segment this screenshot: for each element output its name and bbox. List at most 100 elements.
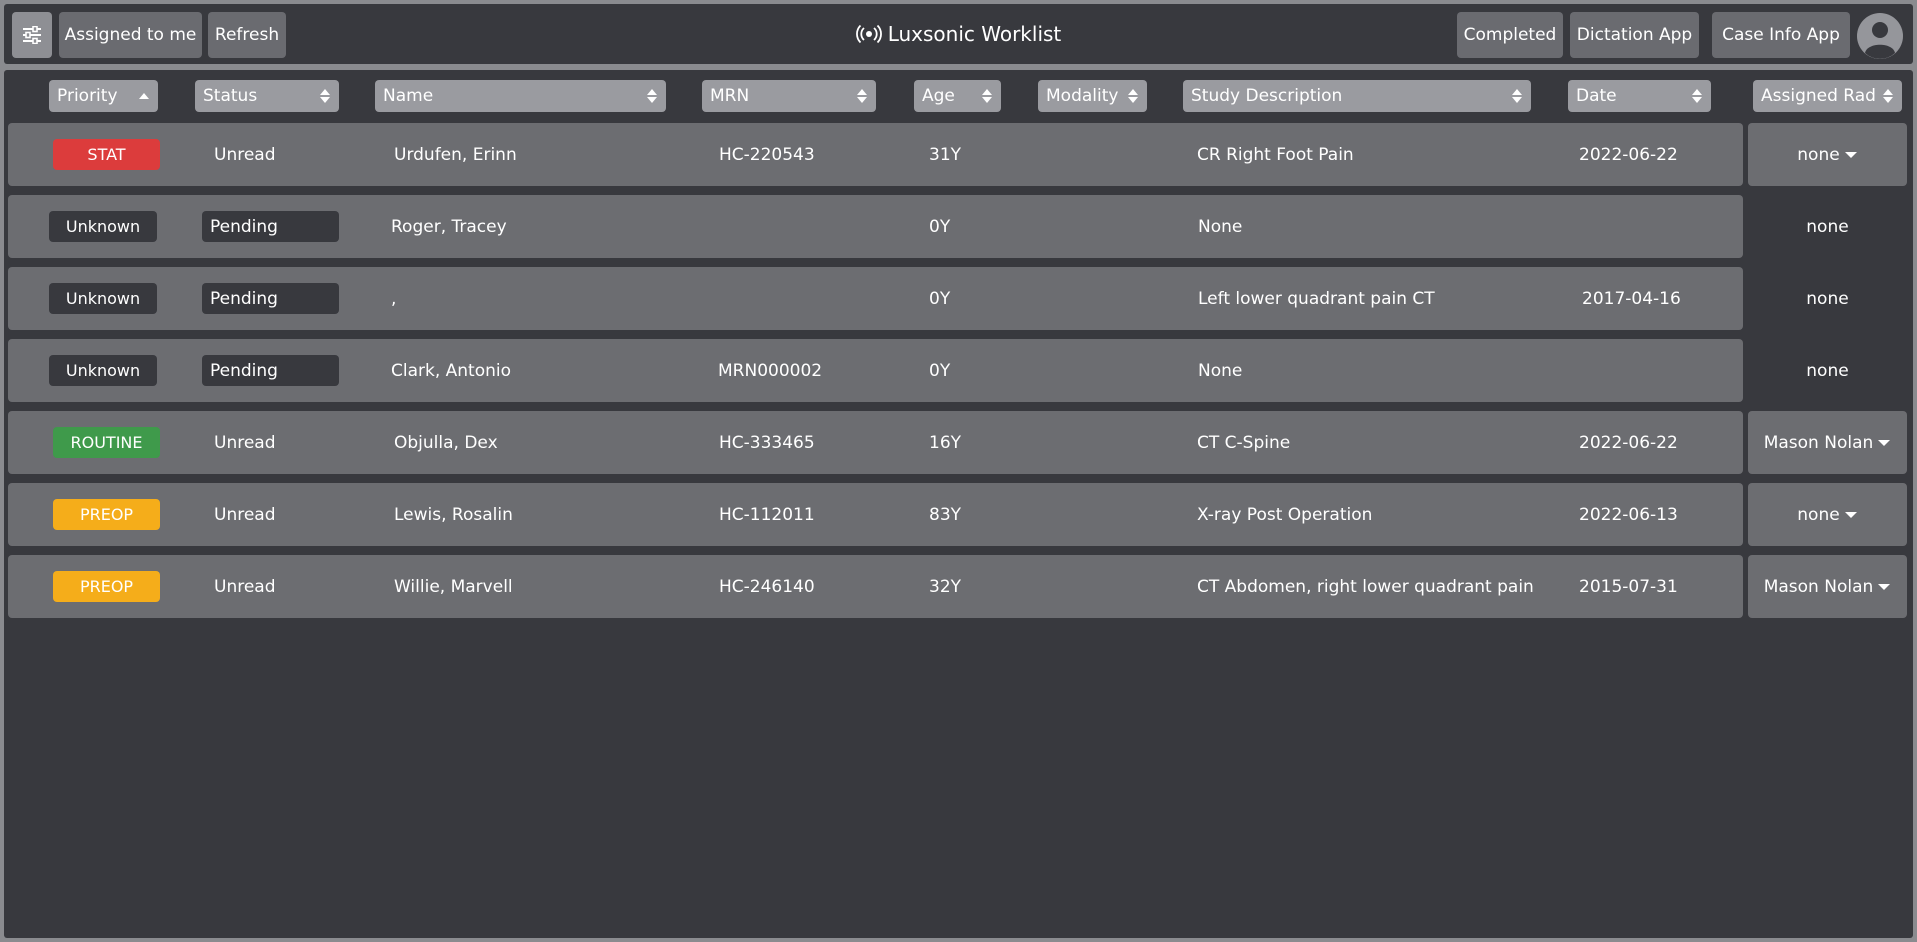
- mrn-value: MRN000002: [718, 360, 823, 381]
- age-value: 32Y: [929, 576, 962, 597]
- column-header-label: Status: [203, 86, 258, 106]
- status-text: Unread: [214, 576, 276, 597]
- sort-icon: [1692, 89, 1702, 103]
- status-badge: Pending: [202, 283, 339, 314]
- column-header-age[interactable]: Age: [914, 80, 1001, 112]
- study-description: None: [1198, 216, 1243, 237]
- priority-badge: PREOP: [53, 571, 160, 602]
- study-description: Left lower quadrant pain CT: [1198, 288, 1435, 309]
- column-header-priority[interactable]: Priority: [49, 80, 158, 112]
- sort-icon: [320, 89, 330, 103]
- case-info-app-button[interactable]: Case Info App: [1712, 12, 1850, 58]
- patient-name: Clark, Antonio: [391, 360, 512, 381]
- page-title: Luxsonic Worklist: [887, 22, 1062, 46]
- patient-name: Roger, Tracey: [391, 216, 507, 237]
- column-header-mrn[interactable]: MRN: [702, 80, 876, 112]
- study-description: CT Abdomen, right lower quadrant pain: [1197, 576, 1534, 597]
- caret-down-icon: [1844, 151, 1857, 158]
- age-value: 16Y: [929, 432, 962, 453]
- table-row[interactable]: ROUTINE Unread Objulla, Dex HC-333465 16…: [8, 411, 1743, 474]
- study-description: None: [1198, 360, 1243, 381]
- caret-down-icon: [1878, 583, 1891, 590]
- user-avatar-icon[interactable]: [1857, 13, 1903, 59]
- column-header-status[interactable]: Status: [195, 80, 339, 112]
- date-value: 2015-07-31: [1579, 576, 1678, 597]
- age-value: 0Y: [929, 360, 951, 381]
- broadcast-icon: [855, 24, 882, 44]
- study-description: CT C-Spine: [1197, 432, 1291, 453]
- sort-icon: [1883, 89, 1893, 103]
- table-row[interactable]: Unknown Pending Roger, Tracey 0Y None: [8, 195, 1743, 258]
- status-text: Unread: [214, 144, 276, 165]
- assigned-rad-value: none: [1806, 360, 1849, 381]
- assigned-rad-value: Mason Nolan: [1763, 432, 1874, 453]
- priority-badge: Unknown: [49, 211, 157, 242]
- worklist-panel: Priority Status Name MRN Age Modality St…: [4, 70, 1913, 938]
- dictation-app-button[interactable]: Dictation App: [1570, 12, 1699, 58]
- assigned-rad-dropdown[interactable]: Mason Nolan: [1748, 555, 1907, 618]
- column-header-label: Priority: [57, 86, 118, 106]
- status-text: Unread: [214, 432, 276, 453]
- mrn-value: HC-333465: [719, 432, 815, 453]
- date-value: 2022-06-13: [1579, 504, 1678, 525]
- status-badge: Pending: [202, 211, 339, 242]
- status-text: Unread: [214, 504, 276, 525]
- age-value: 0Y: [929, 288, 951, 309]
- column-header-label: Study Description: [1191, 86, 1343, 106]
- table-row[interactable]: Unknown Pending Clark, Antonio MRN000002…: [8, 339, 1743, 402]
- assigned-rad-value: none: [1806, 288, 1849, 309]
- column-header-study-description[interactable]: Study Description: [1183, 80, 1531, 112]
- date-value: 2022-06-22: [1579, 144, 1678, 165]
- patient-name: ,: [391, 288, 397, 309]
- mrn-value: HC-112011: [719, 504, 815, 525]
- column-header-name[interactable]: Name: [375, 80, 666, 112]
- sliders-icon: [22, 26, 42, 44]
- patient-name: Willie, Marvell: [394, 576, 513, 597]
- column-header-label: MRN: [710, 86, 750, 106]
- column-header-date[interactable]: Date: [1568, 80, 1711, 112]
- filter-settings-button[interactable]: [12, 12, 52, 58]
- patient-name: Objulla, Dex: [394, 432, 498, 453]
- priority-badge: PREOP: [53, 499, 160, 530]
- assigned-rad-dropdown[interactable]: none: [1748, 123, 1907, 186]
- table-row[interactable]: STAT Unread Urdufen, Erinn HC-220543 31Y…: [8, 123, 1743, 186]
- assigned-rad-dropdown[interactable]: Mason Nolan: [1748, 411, 1907, 474]
- status-badge: Pending: [202, 355, 339, 386]
- column-header-assigned-rad[interactable]: Assigned Rad: [1753, 80, 1902, 112]
- table-row[interactable]: Unknown Pending , 0Y Left lower quadrant…: [8, 267, 1743, 330]
- table-row[interactable]: PREOP Unread Lewis, Rosalin HC-112011 83…: [8, 483, 1743, 546]
- sort-icon: [1128, 89, 1138, 103]
- refresh-button[interactable]: Refresh: [208, 12, 286, 58]
- priority-badge: Unknown: [49, 283, 157, 314]
- study-description: X-ray Post Operation: [1197, 504, 1373, 525]
- column-header-modality[interactable]: Modality: [1038, 80, 1147, 112]
- assigned-rad-value: none: [1797, 504, 1840, 525]
- top-toolbar: Luxsonic Worklist Assigned to me Refresh…: [4, 4, 1913, 64]
- column-header-label: Age: [922, 86, 955, 106]
- column-header-label: Date: [1576, 86, 1617, 106]
- sort-icon: [982, 89, 992, 103]
- mrn-value: HC-220543: [719, 144, 815, 165]
- assigned-to-me-button[interactable]: Assigned to me: [59, 12, 202, 58]
- sort-icon: [857, 89, 867, 103]
- age-value: 31Y: [929, 144, 962, 165]
- date-value: 2017-04-16: [1582, 288, 1681, 309]
- priority-badge: ROUTINE: [53, 427, 160, 458]
- sort-icon: [647, 89, 657, 103]
- mrn-value: HC-246140: [719, 576, 815, 597]
- assigned-rad-value: none: [1797, 144, 1840, 165]
- study-description: CR Right Foot Pain: [1197, 144, 1354, 165]
- patient-name: Urdufen, Erinn: [394, 144, 517, 165]
- assigned-rad-value: Mason Nolan: [1763, 576, 1874, 597]
- assigned-rad-dropdown[interactable]: none: [1748, 483, 1907, 546]
- column-header-label: Assigned Rad: [1761, 86, 1876, 106]
- assigned-rad-value: none: [1806, 216, 1849, 237]
- column-header-label: Modality: [1046, 86, 1119, 106]
- sort-ascending-icon: [139, 93, 149, 99]
- completed-button[interactable]: Completed: [1457, 12, 1563, 58]
- table-row[interactable]: PREOP Unread Willie, Marvell HC-246140 3…: [8, 555, 1743, 618]
- caret-down-icon: [1878, 439, 1891, 446]
- date-value: 2022-06-22: [1579, 432, 1678, 453]
- age-value: 83Y: [929, 504, 962, 525]
- column-header-label: Name: [383, 86, 434, 106]
